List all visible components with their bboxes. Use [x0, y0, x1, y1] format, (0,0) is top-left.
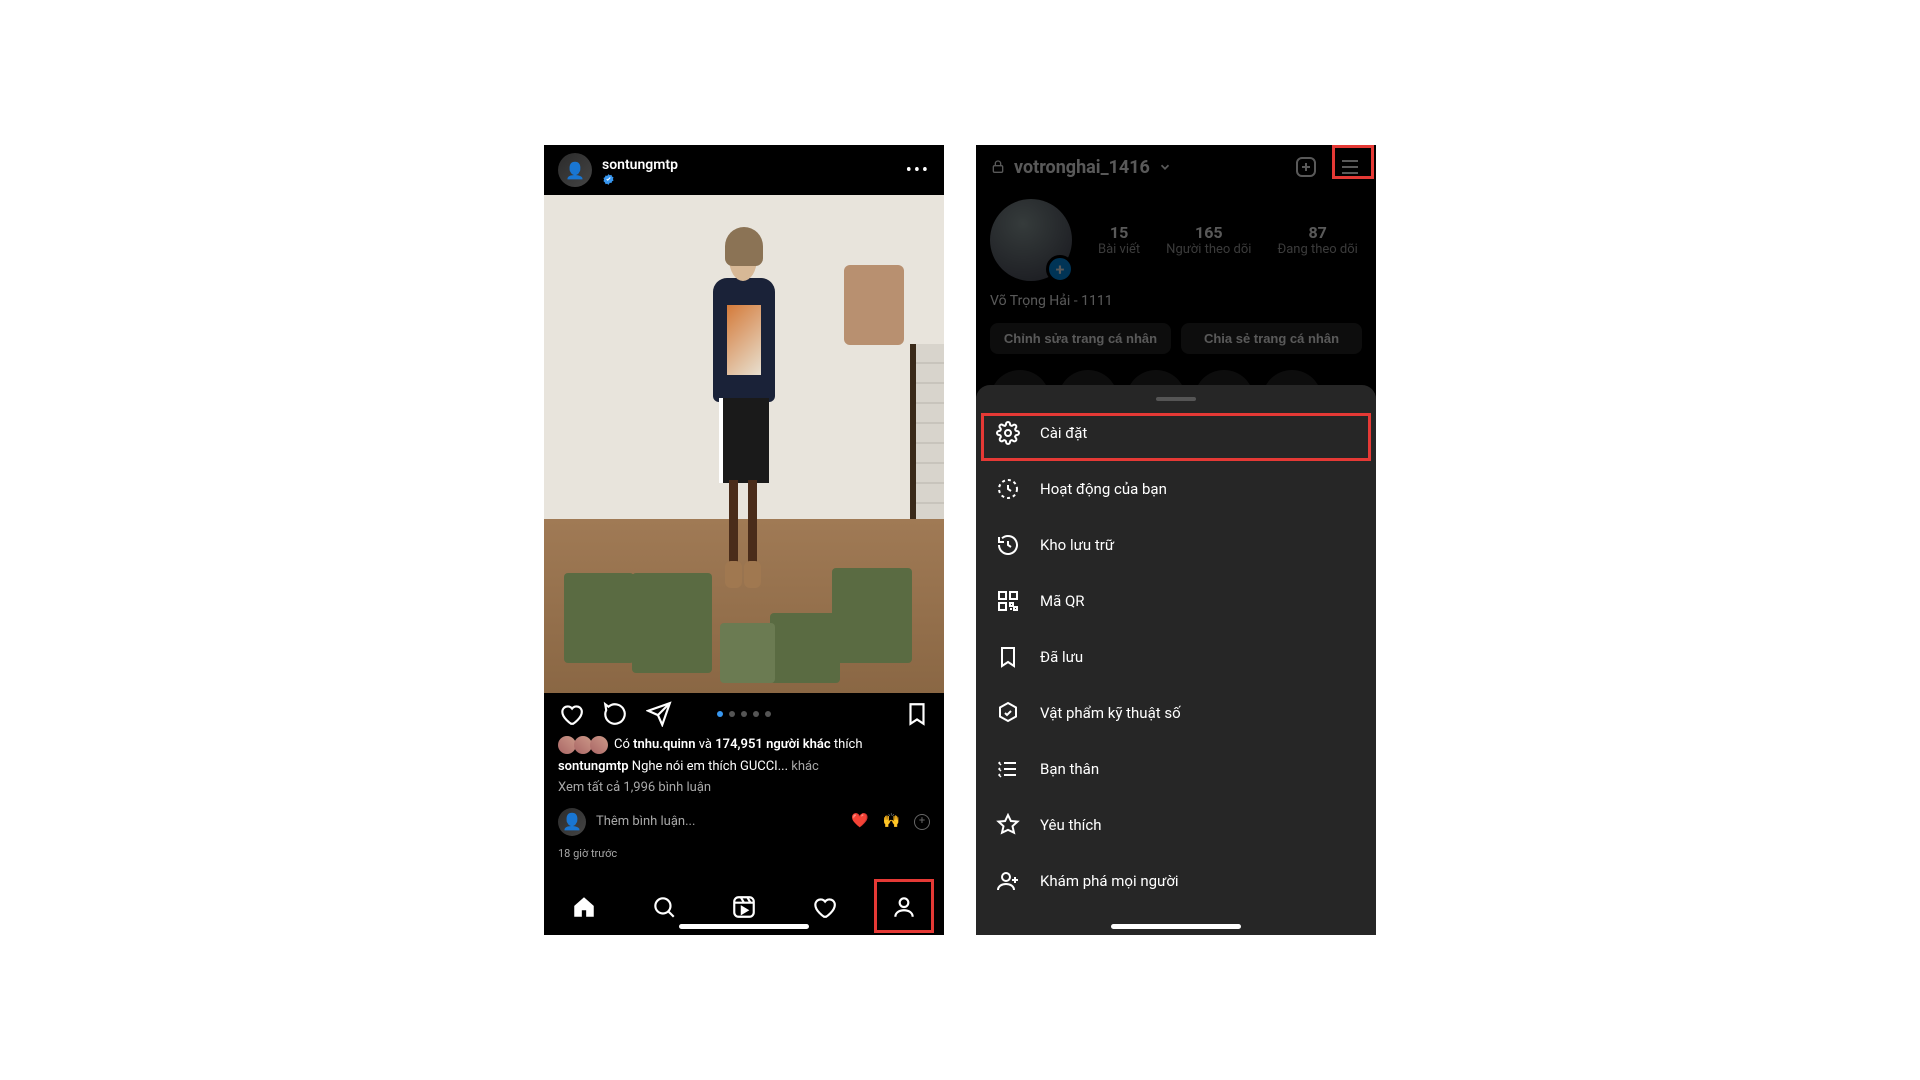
emoji-hands-icon[interactable]: 🙌	[883, 811, 900, 832]
tab-home-icon[interactable]	[569, 892, 599, 922]
like-button-icon[interactable]	[558, 701, 584, 727]
profile-avatar[interactable]	[990, 199, 1072, 281]
save-button-icon[interactable]	[904, 701, 930, 727]
sheet-handle[interactable]	[1156, 397, 1196, 401]
stat-followers-value: 165	[1195, 223, 1223, 242]
post-author-avatar[interactable]: 👤	[558, 153, 592, 187]
stat-posts[interactable]: 15 Bài viết	[1098, 223, 1140, 257]
tab-activity-icon[interactable]	[809, 892, 839, 922]
verified-badge-icon	[602, 173, 682, 186]
post-header: 👤 sontungmtp •••	[544, 145, 944, 195]
comment-button-icon[interactable]	[602, 701, 628, 727]
stat-followers[interactable]: 165 Người theo dõi	[1166, 223, 1251, 257]
chevron-down-icon[interactable]	[1158, 160, 1172, 174]
menu-activity-label: Hoạt động của bạn	[1040, 480, 1167, 498]
phone-profile-menu: votronghai_1416	[976, 145, 1376, 935]
caption-more[interactable]: khác	[791, 759, 819, 774]
emoji-more-icon[interactable]: +	[914, 814, 930, 830]
liked-user[interactable]: tnhu.quinn	[633, 737, 695, 752]
liked-prefix: Có	[614, 737, 630, 752]
profile-top-bar: votronghai_1416	[990, 145, 1362, 189]
post-more-button[interactable]: •••	[906, 160, 930, 181]
comment-input[interactable]: Thêm bình luận...	[596, 812, 837, 832]
caption-user[interactable]: sontungmtp	[558, 759, 629, 774]
menu-digital-label: Vật phẩm kỹ thuật số	[1040, 704, 1181, 722]
profile-display-name: Võ Trọng Hải - 1111	[990, 293, 1362, 309]
home-indicator	[1111, 924, 1241, 929]
edit-profile-button[interactable]: Chỉnh sửa trang cá nhân	[990, 323, 1171, 354]
settings-icon	[996, 421, 1020, 445]
stat-posts-value: 15	[1110, 223, 1128, 242]
new-post-icon[interactable]	[1294, 155, 1318, 179]
emoji-heart-icon[interactable]: ❤️	[851, 811, 868, 832]
saved-icon	[996, 645, 1020, 669]
stat-following-label: Đang theo dõi	[1277, 242, 1357, 257]
liked-suffix: thích	[834, 737, 863, 752]
favorites-icon	[996, 813, 1020, 837]
menu-saved[interactable]: Đã lưu	[976, 629, 1376, 685]
liked-others[interactable]: 174,951 người khác	[715, 737, 830, 752]
stat-posts-label: Bài viết	[1098, 242, 1140, 257]
menu-archive[interactable]: Kho lưu trữ	[976, 517, 1376, 573]
caption-text: Nghe nói em thích GUCCI...	[632, 759, 788, 774]
menu-favorites[interactable]: Yêu thích	[976, 797, 1376, 853]
menu-digital[interactable]: Vật phẩm kỹ thuật số	[976, 685, 1376, 741]
menu-qr-label: Mã QR	[1040, 592, 1085, 610]
menu-activity[interactable]: Hoạt động của bạn	[976, 461, 1376, 517]
liked-by-row[interactable]: Có tnhu.quinn và 174,951 người khác thíc…	[558, 735, 930, 755]
menu-settings-label: Cài đặt	[1040, 424, 1087, 442]
menu-settings[interactable]: Cài đặt	[976, 405, 1376, 461]
discover-people-icon	[996, 869, 1020, 893]
hamburger-menu-icon[interactable]	[1338, 155, 1362, 179]
caption-row: sontungmtp Nghe nói em thích GUCCI... kh…	[558, 757, 930, 777]
qr-icon	[996, 589, 1020, 613]
phone-feed: 👤 sontungmtp •••	[544, 145, 944, 935]
profile-stats: 15 Bài viết 165 Người theo dõi 87 Đang t…	[990, 199, 1362, 281]
close-friends-icon	[996, 757, 1020, 781]
menu-close-friends[interactable]: Bạn thân	[976, 741, 1376, 797]
archive-icon	[996, 533, 1020, 557]
post-actions	[544, 693, 944, 735]
menu-discover-label: Khám phá mọi người	[1040, 872, 1179, 890]
add-comment-row[interactable]: 👤 Thêm bình luận... ❤️ 🙌 +	[558, 808, 930, 836]
menu-qr[interactable]: Mã QR	[976, 573, 1376, 629]
lock-icon	[990, 159, 1006, 175]
menu-favorites-label: Yêu thích	[1040, 816, 1101, 834]
share-profile-button[interactable]: Chia sẻ trang cá nhân	[1181, 323, 1362, 354]
post-author-name[interactable]: sontungmtp	[602, 154, 682, 186]
tab-reels-icon[interactable]	[729, 892, 759, 922]
liked-and: và	[699, 737, 712, 752]
post-image[interactable]	[544, 195, 944, 693]
menu-archive-label: Kho lưu trữ	[1040, 536, 1114, 554]
view-comments-link[interactable]: Xem tất cả 1,996 bình luận	[558, 778, 930, 798]
post-author-username[interactable]: sontungmtp	[602, 157, 678, 173]
stat-following-value: 87	[1308, 223, 1326, 242]
post-timestamp: 18 giờ trước	[558, 846, 930, 863]
digital-icon	[996, 701, 1020, 725]
home-indicator	[679, 924, 809, 929]
menu-discover[interactable]: Khám phá mọi người	[976, 853, 1376, 909]
self-avatar: 👤	[558, 808, 586, 836]
post-meta: Có tnhu.quinn và 174,951 người khác thíc…	[544, 735, 944, 862]
activity-icon	[996, 477, 1020, 501]
tab-search-icon[interactable]	[649, 892, 679, 922]
stat-followers-label: Người theo dõi	[1166, 242, 1251, 257]
tab-profile-icon[interactable]	[889, 892, 919, 922]
profile-username[interactable]: votronghai_1416	[1014, 157, 1150, 178]
menu-close-friends-label: Bạn thân	[1040, 760, 1099, 778]
stat-following[interactable]: 87 Đang theo dõi	[1277, 223, 1357, 257]
share-button-icon[interactable]	[646, 701, 672, 727]
menu-saved-label: Đã lưu	[1040, 648, 1083, 666]
bottom-sheet-menu: Cài đặt Hoạt động của bạn Kho lưu trữ Mã…	[976, 385, 1376, 935]
carousel-dots	[717, 711, 771, 717]
